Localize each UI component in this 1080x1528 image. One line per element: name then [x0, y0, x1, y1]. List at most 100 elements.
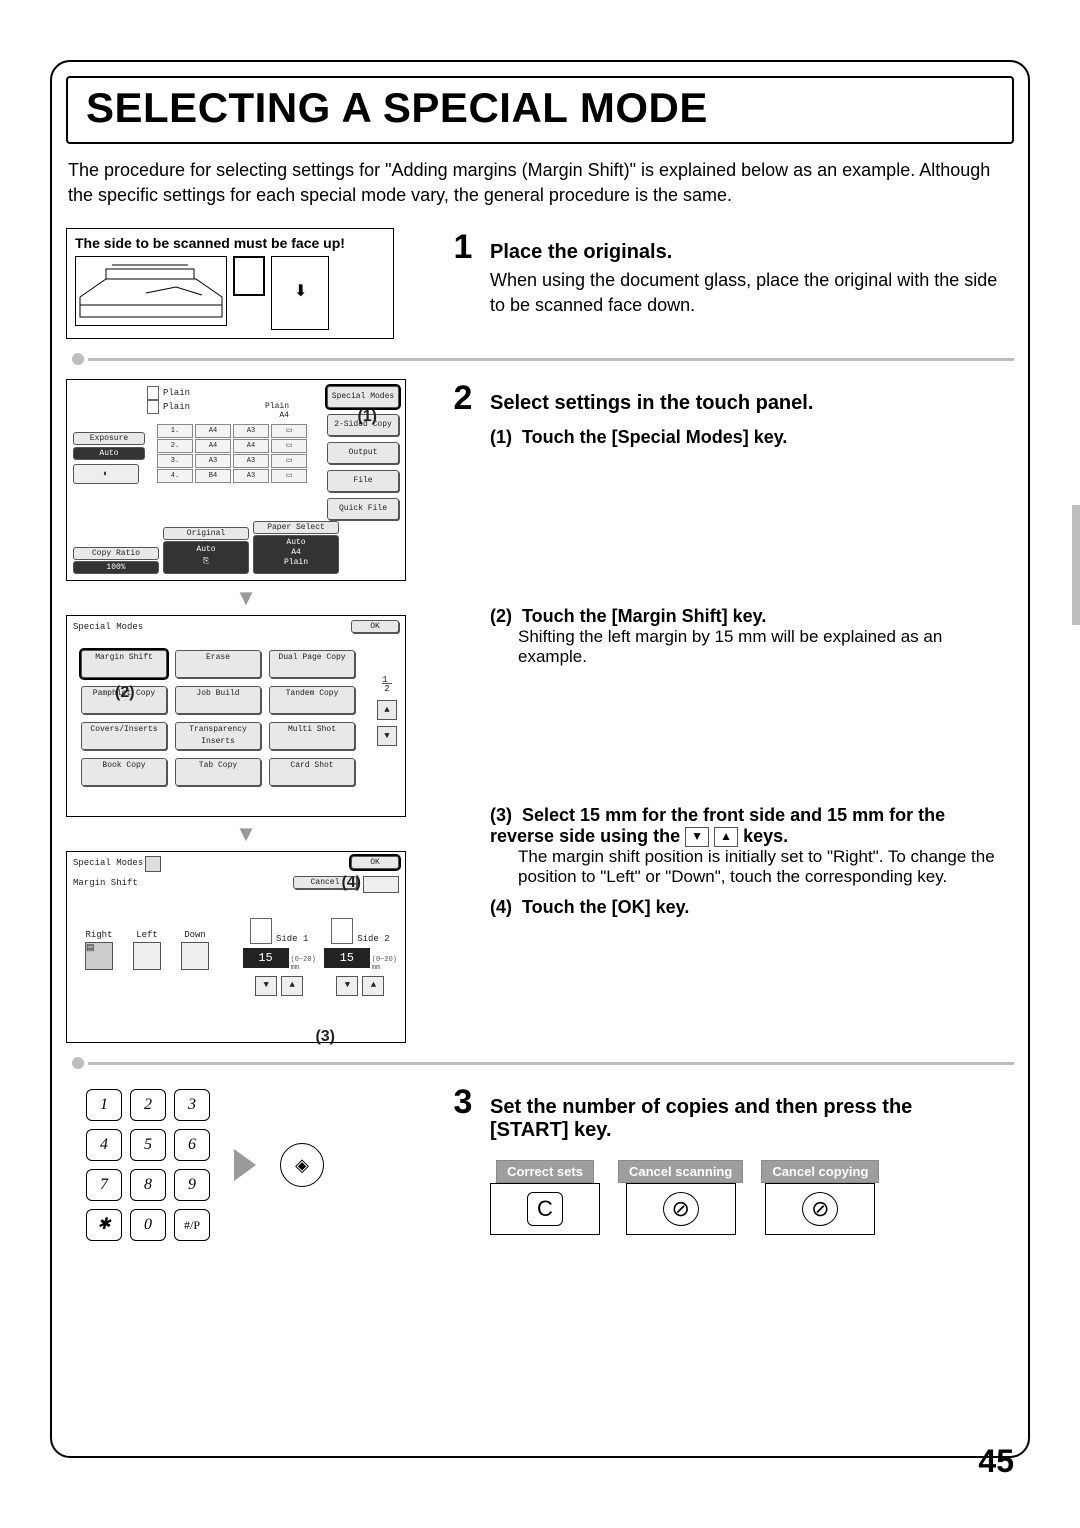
step-2-title: Select settings in the touch panel. — [490, 392, 813, 415]
callout-1: (1) — [357, 408, 377, 426]
callout-4: (4) — [341, 874, 361, 892]
covers-inserts-button[interactable]: Covers/Inserts — [81, 722, 167, 750]
sub2-desc: Shifting the left margin by 15 mm will b… — [518, 627, 1008, 667]
sub3-title-b: keys. — [738, 826, 788, 846]
pos-right-button[interactable]: ▤ — [85, 942, 113, 970]
numeric-keypad: 1 2 3 4 5 6 7 8 9 ✱ 0 #/P — [86, 1089, 210, 1241]
document-icon — [233, 256, 265, 296]
side1-page-icon — [250, 918, 272, 944]
erase-button[interactable]: Erase — [175, 650, 261, 678]
tab-indicator-icon — [363, 876, 399, 893]
paper-tray-grid: 1.A4A3▭ 2.A4A4▭ 3.A3A3▭ 4.B4A3▭ — [157, 424, 307, 484]
intro-text: The procedure for selecting settings for… — [68, 158, 1014, 208]
key-7[interactable]: 7 — [86, 1169, 122, 1201]
side1-down-button[interactable]: ▼ — [255, 976, 277, 996]
dual-page-copy-button[interactable]: Dual Page Copy — [269, 650, 355, 678]
file-button[interactable]: File — [327, 470, 399, 492]
separator — [66, 353, 1014, 365]
page-number: 45 — [978, 1443, 1014, 1480]
flow-arrow-icon — [234, 1149, 256, 1181]
step-1-number: 1 — [446, 228, 480, 267]
side2-label: Side 2 — [357, 934, 389, 944]
copy-ratio-button[interactable]: Copy Ratio — [73, 547, 159, 560]
side2-up-button[interactable]: ▲ — [362, 976, 384, 996]
key-1[interactable]: 1 — [86, 1089, 122, 1121]
cancel-scanning-box: Cancel scanning ⊘ — [618, 1160, 743, 1235]
stop-scan-button[interactable]: ⊘ — [663, 1192, 699, 1226]
exposure-icon-button[interactable]: ◐ — [73, 464, 139, 484]
clear-button[interactable]: C — [527, 1192, 563, 1226]
paper-select-value: AutoA4Plain — [253, 535, 339, 574]
margin-shift-button[interactable]: Margin Shift — [81, 650, 167, 678]
paper-icon — [147, 386, 159, 400]
plain-label-2: Plain — [163, 402, 190, 412]
side2-value: 15 — [324, 948, 370, 968]
book-copy-button[interactable]: Book Copy — [81, 758, 167, 786]
original-button[interactable]: Original — [163, 527, 249, 540]
tab-icon — [145, 856, 161, 872]
output-button[interactable]: Output — [327, 442, 399, 464]
callout-3: (3) — [315, 1028, 335, 1046]
side2-down-button[interactable]: ▼ — [336, 976, 358, 996]
side1-up-button[interactable]: ▲ — [281, 976, 303, 996]
correct-sets-label: Correct sets — [496, 1160, 594, 1183]
card-shot-button[interactable]: Card Shot — [269, 758, 355, 786]
up-key-icon: ▲ — [714, 827, 738, 847]
paper-icon — [147, 400, 159, 414]
pos-down-label: Down — [184, 930, 206, 940]
pos-down-button[interactable] — [181, 942, 209, 970]
key-star[interactable]: ✱ — [86, 1209, 122, 1241]
key-0[interactable]: 0 — [130, 1209, 166, 1241]
sub4-title: Touch the [OK] key. — [522, 897, 689, 917]
page-down-button[interactable]: ▼ — [377, 726, 397, 746]
output-tray-illustration — [271, 256, 329, 330]
key-4[interactable]: 4 — [86, 1129, 122, 1161]
multi-shot-button[interactable]: Multi Shot — [269, 722, 355, 750]
key-2[interactable]: 2 — [130, 1089, 166, 1121]
sub3-desc: The margin shift position is initially s… — [518, 847, 1008, 887]
start-button[interactable]: ◈ — [280, 1143, 324, 1187]
step-3-number: 3 — [446, 1083, 480, 1122]
cancel-copying-box: Cancel copying ⊘ — [761, 1160, 879, 1235]
key-hash[interactable]: #/P — [174, 1209, 210, 1241]
down-key-icon: ▼ — [685, 827, 709, 847]
ok-button-2[interactable]: OK — [351, 856, 399, 869]
special-modes-button[interactable]: Special Modes — [327, 386, 399, 408]
side1-label: Side 1 — [276, 934, 308, 944]
paper-select-button[interactable]: Paper Select — [253, 521, 339, 534]
sub1-num: (1) — [490, 427, 512, 447]
ok-button[interactable]: OK — [351, 620, 399, 633]
key-6[interactable]: 6 — [174, 1129, 210, 1161]
job-build-button[interactable]: Job Build — [175, 686, 261, 714]
page-title: SELECTING A SPECIAL MODE — [86, 84, 994, 132]
cancel-copying-label: Cancel copying — [761, 1160, 879, 1183]
separator — [66, 1057, 1014, 1069]
stop-copy-button[interactable]: ⊘ — [802, 1192, 838, 1226]
flow-arrow-icon: ▼ — [66, 821, 426, 847]
transparency-inserts-button[interactable]: Transparency Inserts — [175, 722, 261, 750]
key-5[interactable]: 5 — [130, 1129, 166, 1161]
quick-file-button[interactable]: Quick File — [327, 498, 399, 520]
cancel-scanning-label: Cancel scanning — [618, 1160, 743, 1183]
key-9[interactable]: 9 — [174, 1169, 210, 1201]
title-box: SELECTING A SPECIAL MODE — [66, 76, 1014, 144]
key-8[interactable]: 8 — [130, 1169, 166, 1201]
sub1-title: Touch the [Special Modes] key. — [522, 427, 787, 447]
sub3-num: (3) — [490, 805, 512, 825]
plain-label: Plain — [163, 388, 190, 398]
key-3[interactable]: 3 — [174, 1089, 210, 1121]
feeder-illustration — [75, 256, 227, 326]
copy-ratio-value: 100% — [73, 561, 159, 574]
correct-sets-box: Correct sets C — [490, 1160, 600, 1235]
scan-note: The side to be scanned must be face up! — [75, 235, 385, 252]
exposure-button[interactable]: Exposure — [73, 432, 145, 445]
step-1-body: When using the document glass, place the… — [490, 268, 1008, 318]
pos-left-label: Left — [136, 930, 158, 940]
tandem-copy-button[interactable]: Tandem Copy — [269, 686, 355, 714]
page-up-button[interactable]: ▲ — [377, 700, 397, 720]
plain-label-3: Plain — [229, 402, 289, 411]
tab-copy-button[interactable]: Tab Copy — [175, 758, 261, 786]
pos-left-button[interactable] — [133, 942, 161, 970]
margin-shift-screen: Special Modes OK Margin Shift Cancel (4)… — [66, 851, 406, 1043]
step-1-title: Place the originals. — [490, 241, 672, 264]
